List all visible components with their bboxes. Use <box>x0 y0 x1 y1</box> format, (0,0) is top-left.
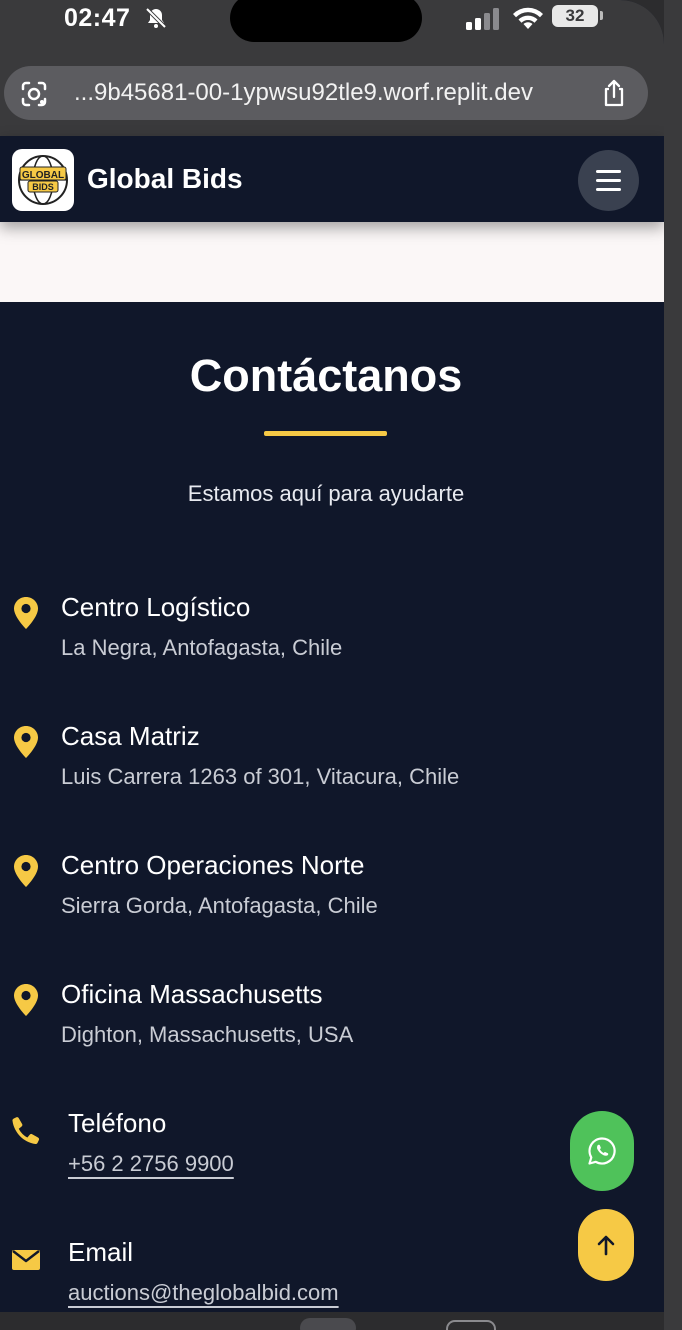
contact-label: Centro Operaciones Norte <box>61 850 365 880</box>
arrow-up-icon <box>597 1235 615 1256</box>
logo-text-bottom: BIDS <box>32 182 54 192</box>
whatsapp-icon <box>588 1137 616 1165</box>
status-time: 02:47 <box>64 4 131 32</box>
contact-value: Dighton, Massachusetts, USA <box>61 1022 354 1047</box>
brand-name[interactable]: Global Bids <box>87 163 243 195</box>
contact-value: Sierra Gorda, Antofagasta, Chile <box>61 893 378 918</box>
scroll-to-top-button[interactable] <box>578 1209 634 1281</box>
previous-section-bottom <box>0 222 664 302</box>
hamburger-icon <box>596 170 621 191</box>
contact-label: Centro Logístico <box>61 592 251 622</box>
device-edge <box>664 0 682 1330</box>
contact-title: Contáctanos <box>189 350 463 401</box>
tabs-icon[interactable] <box>446 1320 496 1330</box>
map-pin-icon <box>14 597 38 629</box>
phone-screen: 02:47 32 ...9b45681-00-1ypwsu92tle9.worf… <box>0 0 664 1330</box>
email-link[interactable]: auctions@theglobalbid.com <box>68 1280 339 1306</box>
camera-notch <box>230 0 422 42</box>
browser-toolbar: ...9b45681-00-1ypwsu92tle9.worf.replit.d… <box>0 54 664 136</box>
contact-subtitle: Estamos aquí para ayudarte <box>187 481 465 506</box>
address-bar[interactable]: ...9b45681-00-1ypwsu92tle9.worf.replit.d… <box>4 66 648 120</box>
contact-value: Luis Carrera 1263 of 301, Vitacura, Chil… <box>61 764 460 789</box>
contact-value: La Negra, Antofagasta, Chile <box>61 635 343 660</box>
globe-logo-icon: GLOBAL BIDS <box>18 155 68 205</box>
logo-text-top: GLOBAL <box>22 170 64 181</box>
url-text[interactable]: ...9b45681-00-1ypwsu92tle9.worf.replit.d… <box>74 79 533 107</box>
status-bar: 02:47 32 <box>0 0 664 54</box>
envelope-icon <box>12 1250 40 1270</box>
signal-icon <box>466 8 499 30</box>
phone-icon <box>12 1117 40 1145</box>
contact-label: Email <box>68 1237 134 1267</box>
battery-indicator: 32 <box>552 5 598 27</box>
wifi-icon <box>513 7 543 29</box>
google-lens-icon[interactable] <box>20 80 48 108</box>
whatsapp-button[interactable] <box>570 1111 634 1191</box>
contact-label: Teléfono <box>68 1108 167 1138</box>
menu-button[interactable] <box>578 150 639 211</box>
phone-link[interactable]: +56 2 2756 9900 <box>68 1151 234 1177</box>
bell-muted-icon <box>145 7 167 29</box>
title-underline <box>264 431 387 436</box>
map-pin-icon <box>14 726 38 758</box>
toolbar-button[interactable] <box>300 1318 356 1330</box>
map-pin-icon <box>14 855 38 887</box>
site-header: GLOBAL BIDS Global Bids <box>0 136 664 222</box>
map-pin-icon <box>14 984 38 1016</box>
battery-nub <box>600 11 603 20</box>
brand-logo[interactable]: GLOBAL BIDS <box>12 149 74 211</box>
contact-label: Casa Matriz <box>61 721 200 751</box>
share-icon[interactable] <box>600 78 628 108</box>
contact-label: Oficina Massachusetts <box>61 979 323 1009</box>
